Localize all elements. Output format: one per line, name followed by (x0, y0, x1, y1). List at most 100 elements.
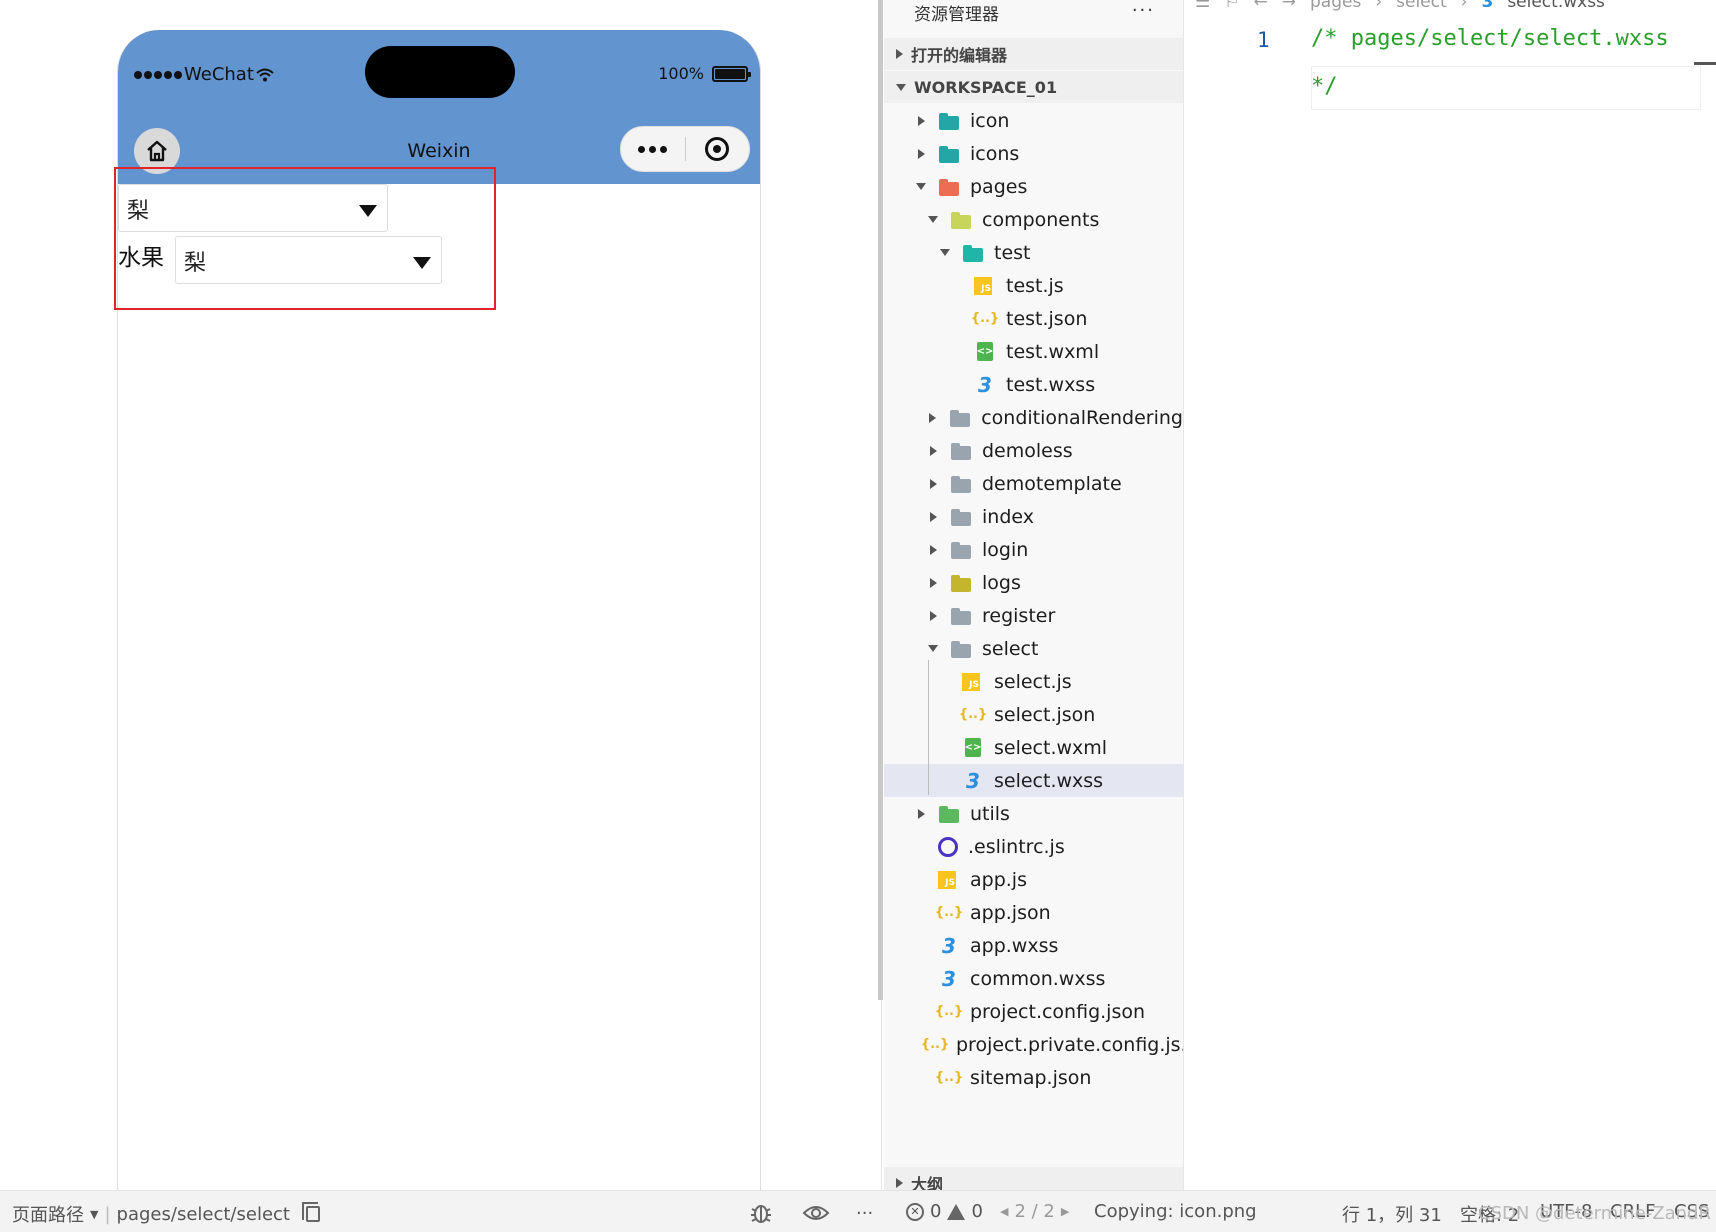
tree-item-project-private-config-js[interactable]: {..} project.private.config.js... (884, 1028, 1183, 1061)
tree-item-label: select.wxss (994, 769, 1104, 792)
prev-icon[interactable]: ◀ (1000, 1205, 1008, 1218)
tree-item-icons[interactable]: icons (884, 137, 1183, 170)
tree-item-common-wxss[interactable]: 3 common.wxss (884, 962, 1183, 995)
tree-item-logs[interactable]: logs (884, 566, 1183, 599)
workspace-section[interactable]: WORKSPACE_01 (884, 71, 1183, 103)
phone-header: WeChat 100% Weixin (118, 30, 760, 184)
chevron-right-icon (926, 544, 940, 555)
wxss-file-icon: 3 (978, 372, 992, 397)
tree-item-project-config-json[interactable]: {..} project.config.json (884, 995, 1183, 1028)
tree-item-label: sitemap.json (970, 1066, 1092, 1089)
close-button[interactable] (686, 137, 750, 161)
chevron-down-icon (914, 183, 928, 190)
more-button[interactable]: ··· (856, 1203, 873, 1224)
eye-icon[interactable] (802, 1203, 830, 1223)
forward-arrow-icon[interactable]: → (1282, 0, 1296, 12)
tree-item-label: components (982, 208, 1100, 231)
folder-icon (949, 408, 971, 428)
tree-item-label: test.wxss (1006, 373, 1096, 396)
folder-icon (950, 606, 972, 626)
explorer-scrollbar[interactable] (878, 0, 883, 1000)
tree-item-label: register (982, 604, 1056, 627)
chevron-right-icon (926, 577, 940, 588)
tree-item-test-js[interactable]: JS test.js (884, 269, 1183, 302)
tree-item-demoless[interactable]: demoless (884, 434, 1183, 467)
tree-item-components[interactable]: components (884, 203, 1183, 236)
status-carrier: WeChat (134, 64, 274, 85)
tree-item-label: select.wxml (994, 736, 1108, 759)
tree-item-register[interactable]: register (884, 599, 1183, 632)
tree-item-login[interactable]: login (884, 533, 1183, 566)
error-count: 0 (930, 1201, 942, 1222)
more-menu-button[interactable] (621, 145, 685, 153)
next-icon[interactable]: ▶ (1061, 1205, 1069, 1218)
highlight-box (114, 167, 496, 310)
back-arrow-icon[interactable]: ← (1254, 0, 1268, 12)
tree-item-app-wxss[interactable]: 3 app.wxss (884, 929, 1183, 962)
json-file-icon: {..} (934, 1004, 964, 1019)
code-line[interactable]: */ (1311, 74, 1338, 99)
tree-item-test[interactable]: test (884, 236, 1183, 269)
battery-percent: 100% (658, 64, 704, 83)
tree-item-demotemplate[interactable]: demotemplate (884, 467, 1183, 500)
tree-item-label: test (994, 241, 1031, 264)
tree-item-label: index (982, 505, 1034, 528)
page-path-label: 页面路径 (12, 1205, 84, 1226)
outline-section[interactable]: 大纲 (884, 1167, 1183, 1190)
section-label: WORKSPACE_01 (914, 77, 1058, 97)
tree-item-label: .eslintrc.js (968, 835, 1065, 858)
folder-open-icon (962, 243, 984, 263)
breadcrumb-item[interactable]: select (1396, 0, 1447, 12)
file-explorer: 资源管理器 ··· 打开的编辑器 WORKSPACE_01 icon icons p… (884, 0, 1184, 1190)
page-path-selector[interactable]: 页面路径 ▼ | pages/select/select (12, 1201, 320, 1227)
tree-item-icon[interactable]: icon (884, 104, 1183, 137)
tree-item-label: demoless (982, 439, 1073, 462)
target-icon (705, 137, 730, 161)
chevron-down-icon (938, 249, 952, 256)
tree-item-app-json[interactable]: {..} app.json (884, 896, 1183, 929)
tree-item-utils[interactable]: utils (884, 797, 1183, 830)
folder-icon (950, 540, 972, 560)
tree-item-index[interactable]: index (884, 500, 1183, 533)
tree-item-app-js[interactable]: JS app.js (884, 863, 1183, 896)
copy-icon[interactable] (301, 1202, 320, 1222)
tree-item-test-wxml[interactable]: <> test.wxml (884, 335, 1183, 368)
tree-item-test-json[interactable]: {..} test.json (884, 302, 1183, 335)
tree-item-sitemap-json[interactable]: {..} sitemap.json (884, 1061, 1183, 1094)
bookmark-icon[interactable]: ⚐ (1224, 0, 1239, 12)
current-line-highlight (1311, 66, 1701, 110)
chevron-right-icon (896, 1178, 903, 1188)
wxss-file-icon: 3 (942, 933, 956, 958)
open-editors-section[interactable]: 打开的编辑器 (884, 38, 1183, 70)
breadcrumb-item[interactable]: pages (1310, 0, 1361, 12)
tree-item-test-wxss[interactable]: 3 test.wxss (884, 368, 1183, 401)
tree-item-label: pages (970, 175, 1028, 198)
wxss-file-icon: 3 (942, 966, 956, 991)
json-file-icon: {..} (934, 905, 964, 920)
tree-item-label: app.json (970, 901, 1051, 924)
tree-item-conditionalrendering[interactable]: conditionalRendering (884, 401, 1183, 434)
tree-item-eslintrc-js[interactable]: .eslintrc.js (884, 830, 1183, 863)
folder-icon (950, 474, 972, 494)
problems-indicator[interactable]: ✕ 0 0 (906, 1201, 983, 1222)
chevron-right-icon (926, 610, 940, 621)
status-battery: 100% (658, 64, 751, 83)
cursor-position[interactable]: 行 1，列 31 (1342, 1201, 1442, 1227)
js-file-icon: JS (962, 672, 980, 691)
outline-icon[interactable]: ☰ (1195, 0, 1210, 12)
wifi-icon (256, 68, 274, 81)
divider: | (104, 1203, 111, 1225)
chevron-down-icon: ▼ (90, 1207, 99, 1221)
wxml-file-icon: <> (974, 342, 996, 362)
breadcrumb: ☰ ⚐ ← → pages › select › 3 select.wxss (1195, 0, 1605, 12)
folder-icon (938, 144, 960, 164)
breadcrumb-item[interactable]: select.wxss (1507, 0, 1605, 12)
signal-icon (134, 70, 182, 79)
bug-icon[interactable] (748, 1201, 774, 1225)
code-line[interactable]: /* pages/select/select.wxss (1311, 26, 1669, 51)
eslint-icon (938, 836, 958, 857)
tree-item-label: project.private.config.js... (956, 1033, 1184, 1056)
section-label: 打开的编辑器 (911, 46, 1008, 65)
explorer-more-button[interactable]: ··· (1132, 0, 1155, 21)
tree-item-pages[interactable]: pages (884, 170, 1183, 203)
